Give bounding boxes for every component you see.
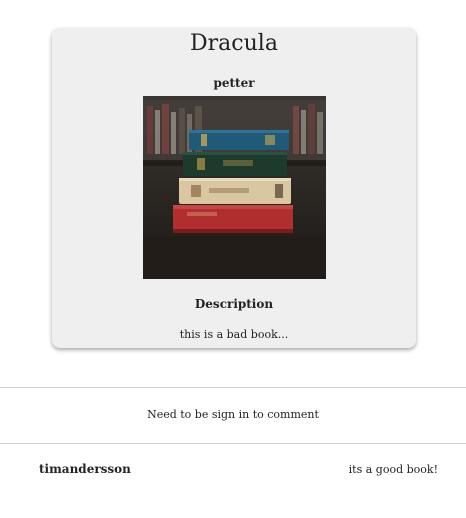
- description-heading: Description: [194, 297, 274, 311]
- book-description: this is a bad book...: [179, 328, 289, 341]
- book-title: Dracula: [190, 31, 278, 56]
- book-cover-image: [143, 96, 326, 279]
- book-author: petter: [213, 76, 255, 90]
- divider: [0, 443, 466, 444]
- comment-username: timandersson: [39, 462, 131, 476]
- signin-notice: Need to be sign in to comment: [147, 408, 319, 421]
- book-card: Dracula petter Description this is a bad…: [52, 28, 416, 348]
- divider: [0, 387, 466, 388]
- stack-of-books-illustration: [143, 96, 326, 279]
- comment-text: its a good book!: [348, 463, 438, 476]
